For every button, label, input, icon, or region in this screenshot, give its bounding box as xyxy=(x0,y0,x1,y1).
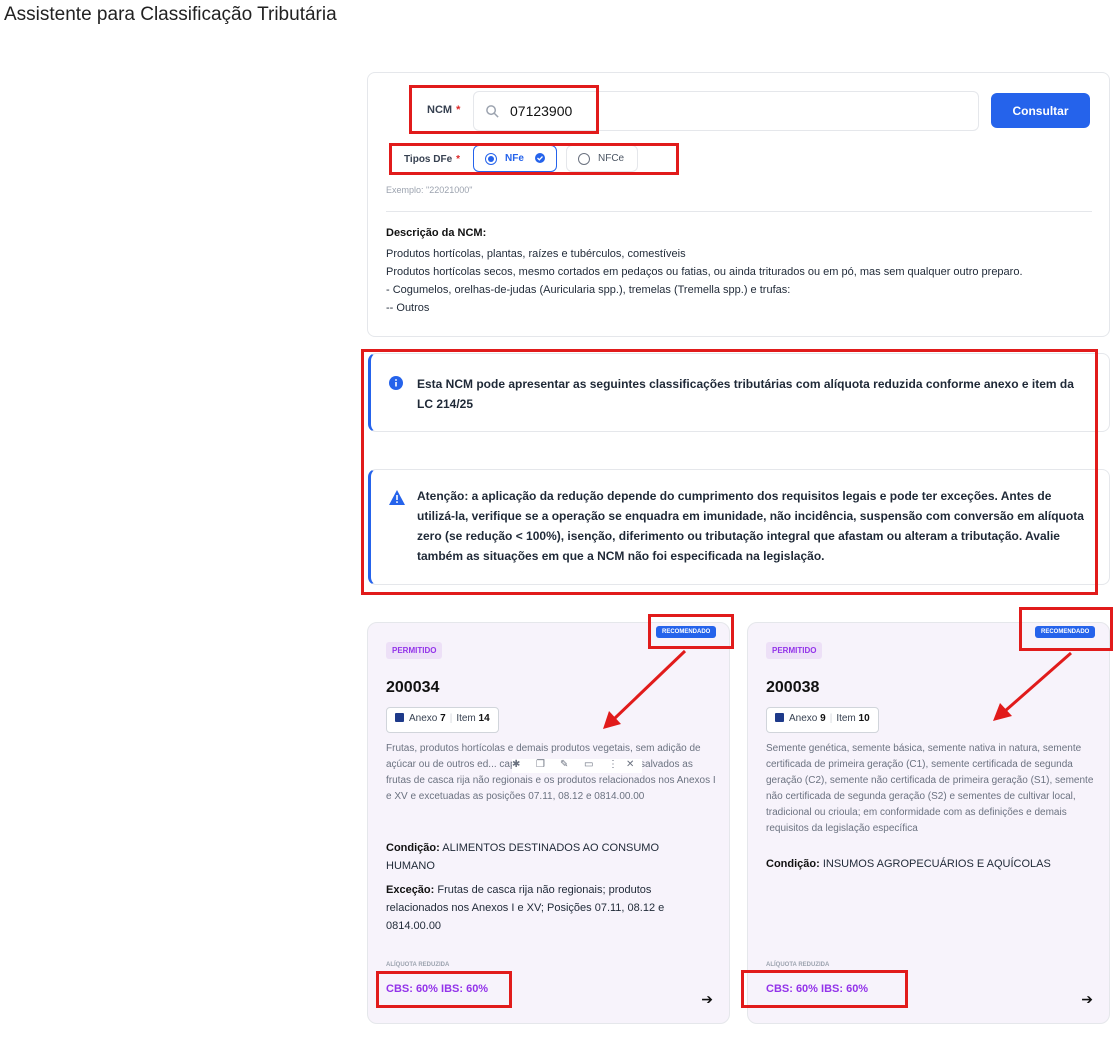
description-title: Descrição da NCM: xyxy=(386,227,487,239)
annotation-box xyxy=(409,85,599,134)
annotation-box xyxy=(648,614,734,649)
status-badge: PERMITIDO xyxy=(386,642,443,659)
card-description: Frutas, produtos hortícolas e demais pro… xyxy=(386,743,716,802)
annotation-box xyxy=(361,349,1098,595)
card-description: Semente genética, semente básica, sement… xyxy=(766,743,1094,834)
description-line: Produtos hortícolas secos, mesmo cortado… xyxy=(386,266,1023,278)
arrow-right-icon[interactable]: ➔ xyxy=(1081,991,1093,1008)
close-icon[interactable]: ✕ xyxy=(626,759,634,770)
more-icon[interactable]: ⋮ xyxy=(608,759,618,770)
rate-label: ALÍQUOTA REDUZIDA xyxy=(766,962,830,968)
description-line: Produtos hortícolas, plantas, raízes e t… xyxy=(386,248,686,260)
consult-button[interactable]: Consultar xyxy=(991,93,1090,128)
floating-toolbar: ✱ ❐ ✎ ▭ ⋮ ✕ xyxy=(512,759,642,773)
book-icon xyxy=(395,713,404,722)
classification-card[interactable]: PERMITIDO RECOMENDADO 200034 Anexo 7 | Ite… xyxy=(367,622,730,1024)
divider xyxy=(386,211,1092,212)
description-line: - Cogumelos, orelhas-de-judas (Auricular… xyxy=(386,284,791,296)
example-hint: Exemplo: "22021000" xyxy=(386,185,473,195)
annotation-box xyxy=(389,143,679,175)
description-line: -- Outros xyxy=(386,302,430,314)
annotation-box xyxy=(1019,607,1113,651)
page-title: Assistente para Classificação Tributária xyxy=(4,4,337,25)
card-code: 200038 xyxy=(766,679,820,696)
book-icon xyxy=(775,713,784,722)
annex-chip: Anexo 7 | Item 14 xyxy=(386,707,499,733)
card-exception: Exceção: Frutas de casca rija não region… xyxy=(386,884,665,932)
annotation-box xyxy=(376,971,512,1008)
status-badge: PERMITIDO xyxy=(766,642,823,659)
annotation-box xyxy=(741,970,908,1008)
comment-icon[interactable]: ▭ xyxy=(584,759,593,770)
card-condition: Condição: INSUMOS AGROPECUÁRIOS E AQUÍCO… xyxy=(766,858,1051,870)
pen-icon[interactable]: ✎ xyxy=(560,759,568,770)
card-code: 200034 xyxy=(386,679,440,696)
brain-icon[interactable]: ✱ xyxy=(512,759,520,770)
rate-label: ALÍQUOTA REDUZIDA xyxy=(386,962,450,968)
annex-chip: Anexo 9 | Item 10 xyxy=(766,707,879,733)
card-condition: Condição: ALIMENTOS DESTINADOS AO CONSUM… xyxy=(386,842,660,872)
arrow-right-icon[interactable]: ➔ xyxy=(701,991,713,1008)
classification-card[interactable]: PERMITIDO RECOMENDADO 200038 Anexo 9 | Ite… xyxy=(747,622,1110,1024)
copy-icon[interactable]: ❐ xyxy=(536,759,545,770)
